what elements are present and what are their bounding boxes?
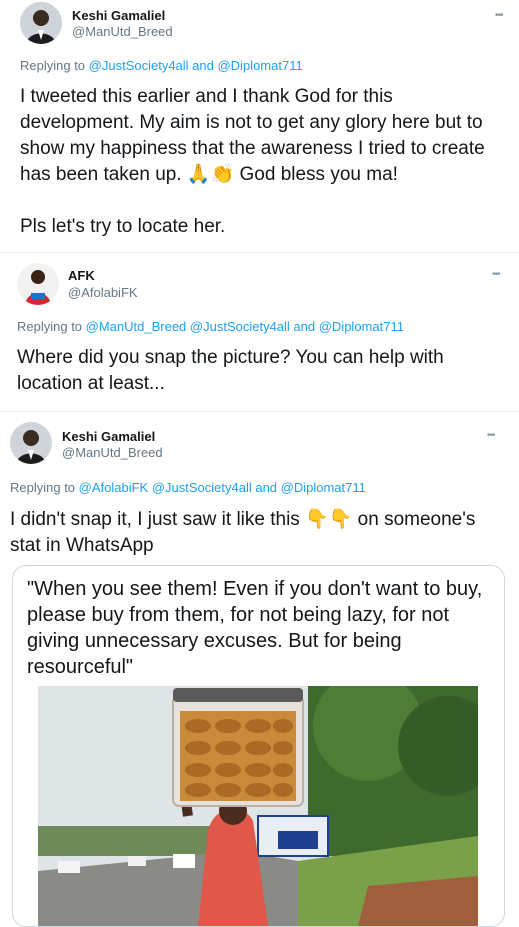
author-handle[interactable]: @ManUtd_Breed bbox=[72, 24, 173, 39]
replying-to-users-link[interactable]: @ManUtd_Breed @JustSociety4all and @Dipl… bbox=[86, 319, 404, 334]
more-options-icon[interactable]: ••• bbox=[487, 430, 495, 441]
tweet-text: Where did you snap the picture? You can … bbox=[17, 347, 444, 394]
tweet-text-2: Pls let's try to locate her. bbox=[20, 216, 226, 237]
replying-to-users-link[interactable]: @AfolabiFK @JustSociety4all and @Diploma… bbox=[79, 480, 366, 495]
avatar[interactable] bbox=[20, 2, 62, 44]
replying-to-users-link[interactable]: @JustSociety4all and @Diplomat711 bbox=[89, 58, 303, 73]
avatar[interactable] bbox=[17, 263, 59, 305]
tweet-2: AFK @AfolabiFK ••• Replying to @ManUtd_B… bbox=[0, 253, 519, 408]
author-name[interactable]: Keshi Gamaliel bbox=[62, 429, 155, 444]
replying-to: Replying to @JustSociety4all and @Diplom… bbox=[20, 58, 303, 73]
street-vendor-photo[interactable] bbox=[38, 671, 498, 926]
replying-to-label: Replying to bbox=[10, 480, 79, 495]
replying-to: Replying to @ManUtd_Breed @JustSociety4a… bbox=[17, 319, 404, 334]
author-handle[interactable]: @AfolabiFK bbox=[68, 285, 138, 300]
image-caption-text: "When you see them! Even if you don't wa… bbox=[27, 578, 483, 678]
more-options-icon[interactable]: ••• bbox=[492, 269, 500, 280]
tweet-text: I tweeted this earlier and I thank God f… bbox=[20, 86, 485, 185]
more-options-icon[interactable]: ••• bbox=[495, 10, 503, 21]
replying-to: Replying to @AfolabiFK @JustSociety4all … bbox=[10, 480, 366, 495]
replying-to-label: Replying to bbox=[20, 58, 89, 73]
author-name[interactable]: Keshi Gamaliel bbox=[72, 8, 165, 23]
tweet-text: I didn't snap it, I just saw it like thi… bbox=[10, 509, 476, 556]
avatar[interactable] bbox=[10, 422, 52, 464]
replying-to-label: Replying to bbox=[17, 319, 86, 334]
author-name[interactable]: AFK bbox=[68, 268, 95, 283]
tweet-1: Keshi Gamaliel @ManUtd_Breed ••• Replyin… bbox=[0, 0, 519, 248]
media-card[interactable]: "When you see them! Even if you don't wa… bbox=[12, 565, 505, 927]
author-handle[interactable]: @ManUtd_Breed bbox=[62, 445, 163, 460]
